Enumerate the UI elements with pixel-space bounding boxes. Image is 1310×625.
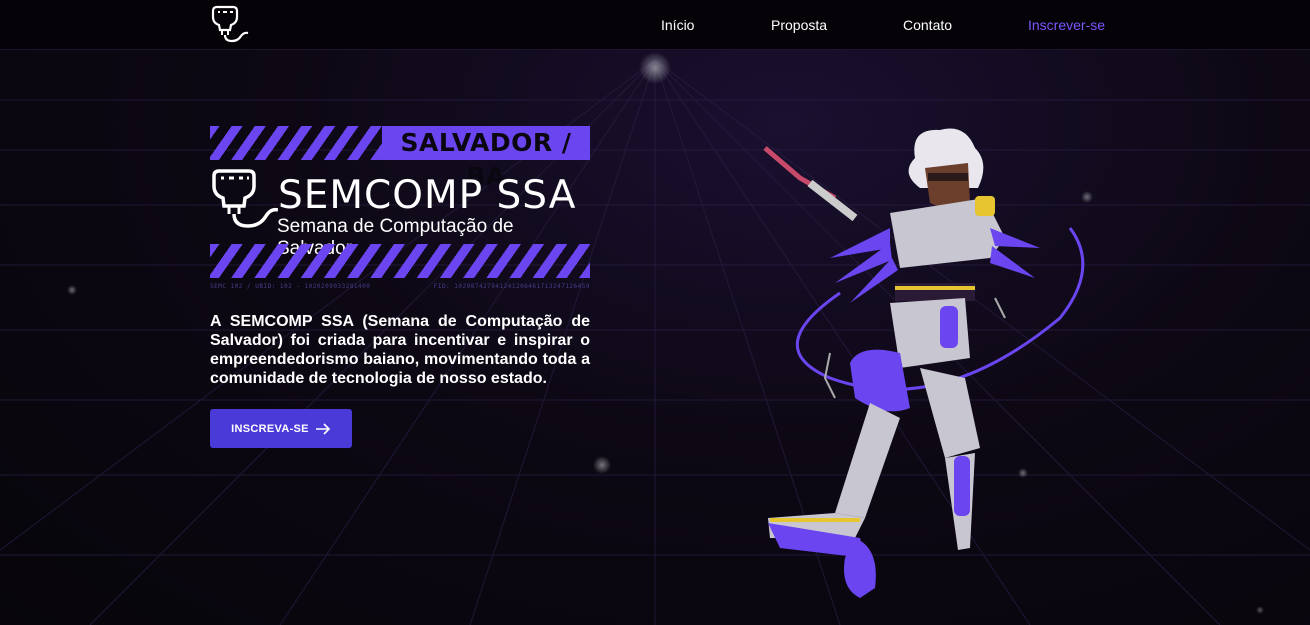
bottom-stripe-band [210,244,590,278]
serial-code-right: FID: 102987427941241206461713247126459 [433,283,590,290]
hero-character-illustration [763,128,1085,598]
semcomp-brand-banner: SALVADOR / BA SEMCOMP SSA Semana de Comp… [210,126,590,294]
brand-title: SEMCOMP SSA [278,173,577,218]
arrow-right-icon [315,422,330,435]
serial-code-left: SEMC 102 / UBID: 102 - 1020209033281400 [210,283,371,290]
nav-link-contato[interactable]: Contato [903,17,952,33]
hero-background [0,0,1310,625]
brain-plug-mark-icon [212,169,278,228]
nav-link-inscrever-se[interactable]: Inscrever-se [1028,17,1105,33]
hero-description: A SEMCOMP SSA (Semana de Computação de S… [210,313,590,387]
top-navbar: Início Proposta Contato Inscrever-se [0,0,1310,50]
grid-background [0,52,1310,625]
nav-link-inicio[interactable]: Início [661,17,694,33]
nav-link-proposta[interactable]: Proposta [771,17,827,33]
region-tag: SALVADOR / BA [382,126,590,191]
register-button[interactable]: INSCREVA-SE [210,409,352,448]
brain-plug-logo-icon[interactable] [208,4,250,46]
register-button-label: INSCREVA-SE [231,422,309,435]
